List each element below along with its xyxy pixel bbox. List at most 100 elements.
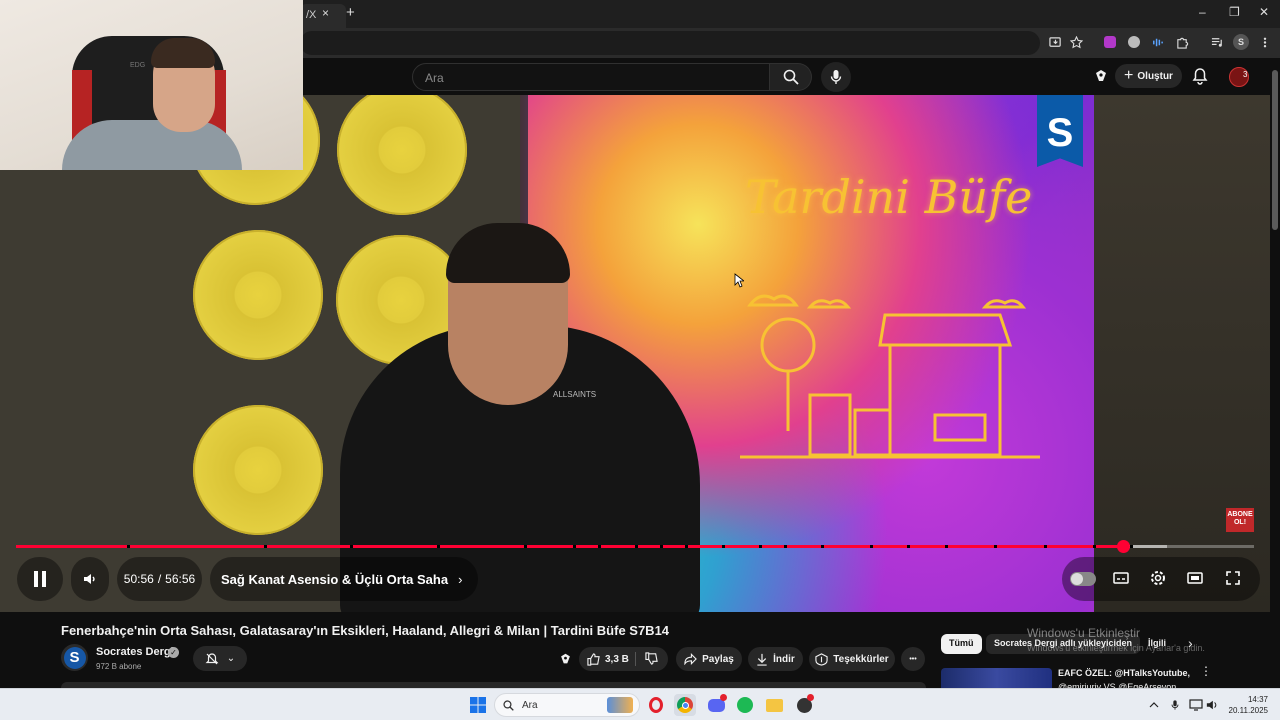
bookmark-star-icon[interactable] bbox=[1068, 34, 1084, 50]
opera-icon[interactable] bbox=[645, 694, 667, 716]
channel-avatar-letter: S bbox=[63, 646, 86, 669]
chapter-marker bbox=[758, 545, 762, 548]
discord-icon[interactable] bbox=[705, 694, 727, 716]
taskbar-clock[interactable]: 14:37 20.11.2025 bbox=[1228, 694, 1268, 716]
maximize-button[interactable]: ❐ bbox=[1229, 5, 1240, 19]
chair-brand: EDG bbox=[130, 62, 146, 69]
spotify-icon[interactable] bbox=[734, 694, 756, 716]
thumbs-down-icon bbox=[645, 652, 658, 665]
subscriber-count: 972 B abone bbox=[96, 662, 142, 671]
subscribe-watermark[interactable]: ABONE OL! bbox=[1226, 508, 1254, 532]
chapter-button[interactable]: Sağ Kanat Asensio & Üçlü Orta Saha › bbox=[210, 557, 478, 601]
share-button[interactable]: Paylaş bbox=[676, 647, 742, 671]
progress-bar[interactable] bbox=[16, 545, 1254, 548]
file-explorer-icon[interactable] bbox=[763, 694, 785, 716]
tab-title: /X bbox=[306, 9, 317, 21]
streamer-hair bbox=[151, 38, 215, 68]
chapter-marker bbox=[870, 545, 874, 548]
thanks-button[interactable]: Teşekkürler bbox=[809, 647, 895, 671]
gift-icon[interactable] bbox=[1093, 68, 1109, 89]
volume-button[interactable] bbox=[71, 557, 109, 601]
chapter-marker bbox=[1043, 545, 1047, 548]
chapter-marker bbox=[944, 545, 948, 548]
close-window-button[interactable]: ✕ bbox=[1259, 5, 1269, 19]
install-app-icon[interactable] bbox=[1047, 34, 1063, 50]
recommended-video-thumbnail[interactable] bbox=[941, 668, 1052, 688]
tab-close-icon[interactable]: × bbox=[322, 6, 329, 20]
windows-activation-title: Windows'u Etkinleştir bbox=[1027, 626, 1140, 640]
fullscreen-icon[interactable] bbox=[1224, 569, 1242, 592]
windows-taskbar: Ara 14:37 20.11.2025 bbox=[0, 688, 1280, 720]
windows-start-icon[interactable] bbox=[467, 694, 489, 716]
extension-purple-icon[interactable] bbox=[1102, 34, 1118, 50]
minimize-button[interactable]: – bbox=[1199, 5, 1206, 19]
plus-icon: + bbox=[1124, 67, 1134, 84]
media-controls-icon[interactable] bbox=[1209, 34, 1225, 50]
filter-chip-all[interactable]: Tümü bbox=[941, 634, 982, 654]
chapter-title: Sağ Kanat Asensio & Üçlü Orta Saha bbox=[221, 571, 449, 587]
channel-name[interactable]: Socrates Dergi bbox=[96, 646, 174, 658]
scrollbar-thumb[interactable] bbox=[1272, 70, 1278, 230]
network-icon[interactable] bbox=[1189, 698, 1203, 712]
microphone-tray-icon[interactable] bbox=[1168, 698, 1182, 712]
account-avatar[interactable]: 3 bbox=[1229, 67, 1249, 87]
speaker-icon[interactable] bbox=[1205, 698, 1219, 712]
dislike-button[interactable] bbox=[645, 652, 658, 668]
profile-avatar[interactable]: S bbox=[1233, 34, 1249, 50]
chevron-down-icon: ⌄ bbox=[226, 653, 236, 664]
app-icon[interactable] bbox=[793, 694, 815, 716]
streamer-body bbox=[62, 120, 242, 170]
like-dislike-group: 3,3 B bbox=[579, 647, 668, 671]
search-input[interactable]: Ara bbox=[412, 63, 770, 91]
more-actions-button[interactable]: ••• bbox=[901, 647, 925, 671]
page-scrollbar[interactable] bbox=[1270, 58, 1280, 688]
notification-count-badge: 3 bbox=[1243, 70, 1248, 79]
gift-icon[interactable] bbox=[558, 652, 573, 671]
search-button[interactable] bbox=[770, 63, 812, 91]
recommended-video-title[interactable]: EAFC ÖZEL: @HTalksYoutube, bbox=[1058, 668, 1190, 678]
extension-audio-icon[interactable] bbox=[1149, 34, 1165, 50]
extensions-puzzle-icon[interactable] bbox=[1174, 34, 1190, 50]
channel-avatar[interactable]: S bbox=[61, 644, 88, 671]
taskbar-search[interactable]: Ara bbox=[494, 693, 640, 717]
like-count: 3,3 B bbox=[605, 653, 629, 665]
extension-gray-icon[interactable] bbox=[1126, 34, 1142, 50]
create-button[interactable]: + Oluştur bbox=[1115, 64, 1182, 88]
search-icon bbox=[783, 69, 799, 85]
notifications-bell-icon[interactable] bbox=[1192, 67, 1208, 90]
like-divider bbox=[635, 652, 636, 666]
video-right-wall bbox=[1094, 95, 1270, 612]
microphone-icon bbox=[830, 70, 842, 84]
total-time: 56:56 bbox=[165, 572, 196, 586]
subtitles-icon[interactable] bbox=[1112, 569, 1130, 592]
chapter-marker bbox=[1093, 545, 1097, 548]
search-highlight-image bbox=[607, 697, 633, 713]
recommendation-menu-icon[interactable]: ⋮ bbox=[1200, 665, 1212, 677]
address-bar[interactable] bbox=[300, 31, 1040, 55]
pause-button[interactable] bbox=[17, 557, 63, 601]
new-tab-button[interactable]: + bbox=[346, 4, 355, 21]
thumbs-up-icon bbox=[587, 652, 600, 666]
tray-chevron-up-icon[interactable] bbox=[1147, 698, 1161, 712]
time-display: 50:56 / 56:56 bbox=[117, 557, 202, 601]
played-bar bbox=[16, 545, 1124, 548]
chapter-marker bbox=[994, 545, 998, 548]
video-player[interactable]: Tardini Büfe ALLSAINTS S ABONE OL! 50:56… bbox=[0, 95, 1270, 612]
theater-mode-icon[interactable] bbox=[1186, 569, 1204, 592]
decor-disc bbox=[193, 230, 323, 360]
screen: /X × + – ❐ ✕ S Ara + Oluştur 3 Tardini B… bbox=[0, 0, 1280, 720]
browser-menu-icon[interactable] bbox=[1257, 34, 1273, 50]
chrome-icon[interactable] bbox=[674, 694, 696, 716]
voice-search-button[interactable] bbox=[821, 62, 851, 92]
autoplay-toggle[interactable] bbox=[1070, 572, 1096, 586]
video-details: Fenerbahçe'nin Orta Sahası, Galatasaray'… bbox=[0, 612, 1270, 692]
chapter-marker bbox=[684, 545, 688, 548]
settings-gear-icon[interactable] bbox=[1149, 569, 1167, 592]
like-button[interactable]: 3,3 B bbox=[587, 652, 629, 666]
right-controls bbox=[1062, 557, 1260, 601]
download-button[interactable]: İndir bbox=[748, 647, 803, 671]
pause-icon bbox=[34, 571, 46, 587]
show-title: Tardini Büfe bbox=[745, 170, 1033, 224]
subscribed-notifications-button[interactable]: ⌄ bbox=[193, 646, 247, 671]
time-separator: / bbox=[157, 572, 162, 586]
